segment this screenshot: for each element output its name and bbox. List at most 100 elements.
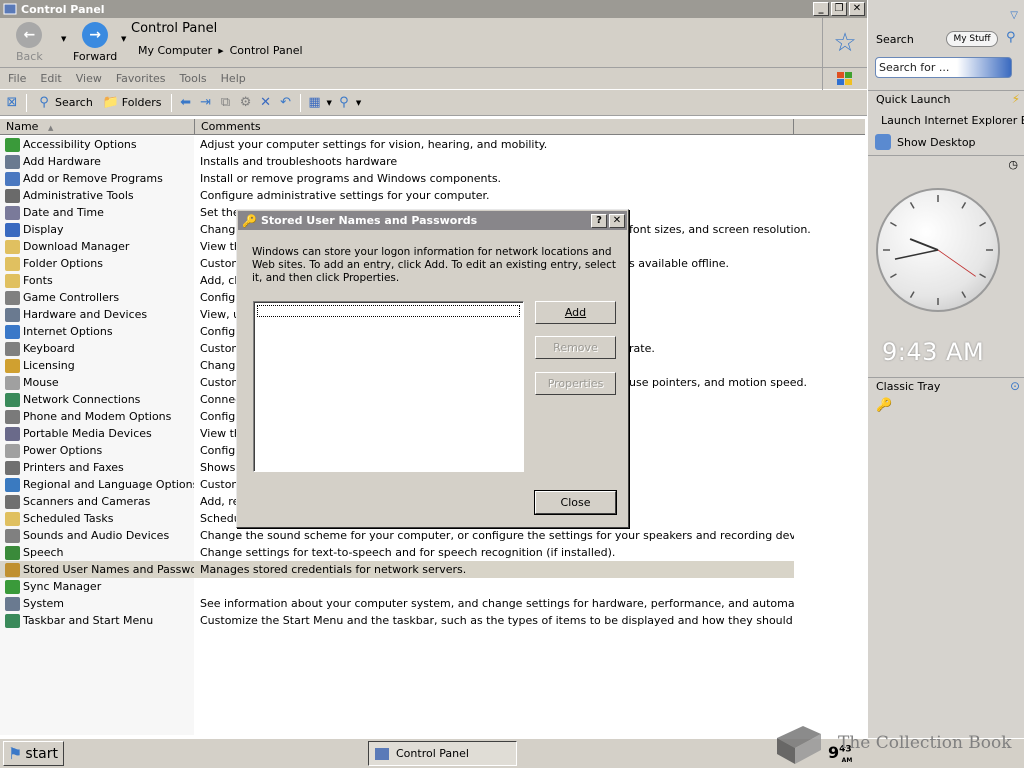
list-item-comment-continued: rate. <box>629 342 655 355</box>
list-item-name[interactable]: Download Manager <box>0 239 194 254</box>
list-item-name[interactable]: Mouse <box>0 375 194 390</box>
menu-tools[interactable]: Tools <box>180 72 207 85</box>
list-item[interactable]: Stored User Names and Passwords Manages s… <box>0 561 794 578</box>
digital-clock: 9:43 AM <box>882 338 985 366</box>
menu-help[interactable]: Help <box>221 72 246 85</box>
back-button[interactable]: ← Back <box>16 22 43 63</box>
list-item-name[interactable]: Network Connections <box>0 392 194 407</box>
list-item-name[interactable]: System <box>0 596 194 611</box>
back-dropdown-icon[interactable]: ▼ <box>61 35 66 43</box>
delete-icon[interactable]: ✕ <box>258 95 274 111</box>
list-item-name[interactable]: Power Options <box>0 443 194 458</box>
list-item-name[interactable]: Scheduled Tasks <box>0 511 194 526</box>
list-item[interactable]: Add Hardware Installs and troubleshoots h… <box>0 153 865 170</box>
list-item-name[interactable]: Scanners and Cameras <box>0 494 194 509</box>
properties-button[interactable]: Properties <box>535 372 616 395</box>
forward-button[interactable]: → Forward <box>73 22 117 63</box>
list-item-name[interactable]: Sounds and Audio Devices <box>0 528 194 543</box>
favorites-star-icon[interactable]: ☆ <box>822 18 867 68</box>
start-label: start <box>25 745 58 762</box>
tray-settings-icon[interactable]: ⊙ <box>1010 379 1020 393</box>
search-button[interactable]: ⚲ Search <box>33 95 96 111</box>
list-item[interactable]: Taskbar and Start Menu Customize the Star… <box>0 612 865 629</box>
dialog-titlebar[interactable]: 🔑 Stored User Names and Passwords ? ✕ <box>238 211 627 230</box>
list-item-name[interactable]: Folder Options <box>0 256 194 271</box>
my-stuff-button[interactable]: My Stuff <box>946 31 998 47</box>
list-item-name[interactable]: Sync Manager <box>0 579 194 594</box>
list-item-name[interactable]: Speech <box>0 545 194 560</box>
list-item[interactable]: Sounds and Audio Devices Change the sound… <box>0 527 865 544</box>
dialog-help-button[interactable]: ? <box>591 213 607 228</box>
dialog-close-x-button[interactable]: ✕ <box>609 213 625 228</box>
restore-button[interactable]: ❐ <box>831 2 847 16</box>
list-item[interactable]: Administrative Tools Configure administra… <box>0 187 865 204</box>
sidebar-search-icon[interactable]: ⚲ <box>1006 30 1016 45</box>
list-item-name[interactable]: Hardware and Devices <box>0 307 194 322</box>
list-item-name[interactable]: Licensing <box>0 358 194 373</box>
copy-to-icon[interactable]: ⧉ <box>218 95 234 111</box>
list-item[interactable]: Add or Remove Programs Install or remove … <box>0 170 865 187</box>
keys-tray-icon[interactable]: 🔑 <box>876 398 892 413</box>
properties-icon[interactable]: ⚙ <box>238 95 254 111</box>
control-panel-item-icon <box>5 477 20 492</box>
breadcrumb-control-panel[interactable]: Control Panel <box>230 44 303 57</box>
list-item-name[interactable]: Regional and Language Options <box>0 477 194 492</box>
taskbar-control-panel[interactable]: Control Panel <box>368 741 517 766</box>
list-item-name[interactable]: Keyboard <box>0 341 194 356</box>
list-item[interactable]: System See information about your compute… <box>0 595 865 612</box>
remove-button[interactable]: Remove <box>535 336 616 359</box>
column-header-comments[interactable]: Comments <box>195 119 794 134</box>
sidebar-search-input[interactable]: Search for ... <box>875 57 1012 78</box>
column-header-name[interactable]: Name ▲ <box>0 119 195 134</box>
zoom-icon[interactable]: ⚲ <box>336 95 352 111</box>
close-pane-icon[interactable]: ⊠ <box>4 95 20 111</box>
credentials-list[interactable] <box>253 301 524 472</box>
list-item-name[interactable]: Date and Time <box>0 205 194 220</box>
clock-minute-hand <box>894 249 939 260</box>
list-item-name[interactable]: Fonts <box>0 273 194 288</box>
list-item[interactable]: Speech Change settings for text-to-speech… <box>0 544 865 561</box>
list-item-name[interactable]: Stored User Names and Passwords <box>0 562 194 577</box>
sidebar-menu-chevron-icon[interactable]: ▽ <box>1010 10 1018 21</box>
list-item-name[interactable]: Printers and Faxes <box>0 460 194 475</box>
views-dropdown-icon[interactable]: ▼ <box>327 99 332 107</box>
quick-launch-show-desktop[interactable]: Show Desktop <box>868 131 1024 153</box>
list-focus-rect <box>257 305 520 317</box>
list-item-name[interactable]: Internet Options <box>0 324 194 339</box>
list-item-name[interactable]: Taskbar and Start Menu <box>0 613 194 628</box>
list-item-name[interactable]: Phone and Modem Options <box>0 409 194 424</box>
move-to-icon[interactable]: ⇥ <box>198 95 214 111</box>
list-item-name[interactable]: Game Controllers <box>0 290 194 305</box>
forward-dropdown-icon[interactable]: ▼ <box>121 35 126 43</box>
close-button[interactable]: ✕ <box>849 2 865 16</box>
minimize-button[interactable]: _ <box>813 2 829 16</box>
control-panel-item-icon <box>5 239 20 254</box>
close-dialog-button[interactable]: Close <box>535 491 616 514</box>
menu-favorites[interactable]: Favorites <box>116 72 166 85</box>
zoom-dropdown-icon[interactable]: ▼ <box>356 99 361 107</box>
clock-tick <box>889 221 897 227</box>
list-item-name[interactable]: Accessibility Options <box>0 137 194 152</box>
list-item-label: Sounds and Audio Devices <box>23 529 170 542</box>
classic-tray-section: Classic Tray ⊙ 🔑 <box>868 377 1024 413</box>
list-item-name[interactable]: Administrative Tools <box>0 188 194 203</box>
list-item-name[interactable]: Add Hardware <box>0 154 194 169</box>
start-button[interactable]: ⚑ start <box>3 741 64 766</box>
window-titlebar[interactable]: Control Panel _ ❐ ✕ <box>0 0 867 18</box>
list-item-name[interactable]: Display <box>0 222 194 237</box>
folders-button[interactable]: 📁 Folders <box>100 95 165 111</box>
clock-settings-icon[interactable]: ◷ <box>1008 158 1018 171</box>
views-icon[interactable]: ▦ <box>307 95 323 111</box>
quick-launch-ie[interactable]: Launch Internet Explorer Browser <box>868 109 1024 131</box>
undo-icon[interactable]: ↶ <box>278 95 294 111</box>
breadcrumb-my-computer[interactable]: My Computer <box>138 44 212 57</box>
list-item[interactable]: Accessibility Options Adjust your compute… <box>0 136 865 153</box>
list-item-name[interactable]: Portable Media Devices <box>0 426 194 441</box>
up-folder-icon[interactable]: ⬅ <box>178 95 194 111</box>
menu-view[interactable]: View <box>76 72 102 85</box>
list-item[interactable]: Sync Manager <box>0 578 865 595</box>
menu-file[interactable]: File <box>8 72 26 85</box>
menu-edit[interactable]: Edit <box>40 72 61 85</box>
list-item-name[interactable]: Add or Remove Programs <box>0 171 194 186</box>
add-button[interactable]: Add <box>535 301 616 324</box>
